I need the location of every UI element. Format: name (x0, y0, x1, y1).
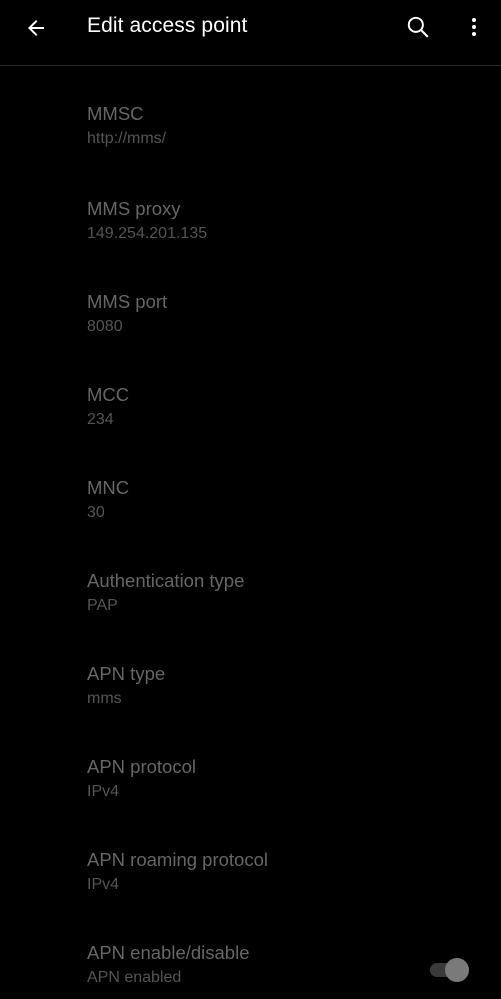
apn-enable-switch[interactable] (428, 956, 474, 984)
pref-apn-enable-disable[interactable]: APN enable/disable APN enabled (0, 905, 501, 998)
pref-summary: 234 (87, 411, 114, 428)
pref-summary: http://mms/ (87, 130, 167, 147)
pref-title: Authentication type (87, 570, 245, 591)
pref-title: APN type (87, 663, 166, 684)
pref-apn-roaming-protocol[interactable]: APN roaming protocol IPv4 (0, 812, 501, 905)
pref-title: MNC (87, 477, 130, 498)
pref-mms-proxy[interactable]: MMS proxy 149.254.201.135 (0, 161, 501, 254)
more-vert-icon (472, 18, 476, 36)
pref-summary: 30 (87, 504, 105, 521)
arrow-back-icon (28, 20, 44, 36)
pref-summary: 149.254.201.135 (87, 225, 208, 242)
pref-mnc[interactable]: MNC 30 (0, 440, 501, 533)
pref-summary: mms (87, 690, 122, 707)
pref-mmsc[interactable]: MMSC http://mms/ (0, 66, 501, 161)
pref-apn-protocol[interactable]: APN protocol IPv4 (0, 719, 501, 812)
more-options-button[interactable] (454, 7, 494, 47)
pref-mms-port[interactable]: MMS port 8080 (0, 254, 501, 347)
pref-summary: APN enabled (87, 969, 182, 986)
switch-thumb (445, 958, 469, 982)
pref-title: APN protocol (87, 756, 196, 777)
pref-title: MMSC (87, 103, 144, 124)
back-button[interactable] (16, 8, 56, 48)
pref-apn-type[interactable]: APN type mms (0, 626, 501, 719)
pref-title: MCC (87, 384, 130, 405)
pref-authentication-type[interactable]: Authentication type PAP (0, 533, 501, 626)
search-button[interactable] (398, 7, 438, 47)
pref-title: APN roaming protocol (87, 849, 268, 870)
pref-summary: 8080 (87, 318, 123, 335)
pref-title: MMS port (87, 291, 168, 312)
search-icon (407, 16, 429, 38)
pref-summary: IPv4 (87, 876, 120, 893)
pref-title: MMS proxy (87, 198, 181, 219)
pref-mcc[interactable]: MCC 234 (0, 347, 501, 440)
preference-list: MMSC http://mms/ MMS proxy 149.254.201.1… (0, 66, 501, 998)
pref-summary: PAP (87, 597, 118, 614)
pref-title: APN enable/disable (87, 942, 250, 963)
pref-summary: IPv4 (87, 783, 120, 800)
page-title: Edit access point (87, 14, 248, 37)
app-bar: Edit access point (0, 0, 501, 66)
